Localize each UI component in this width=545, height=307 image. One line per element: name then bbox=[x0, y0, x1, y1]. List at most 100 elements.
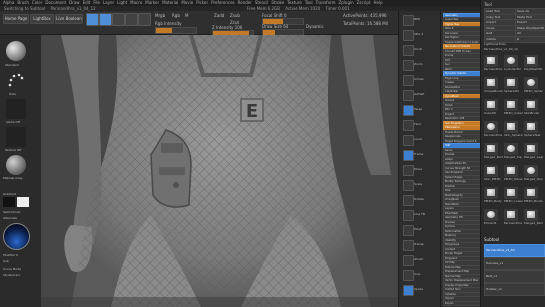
move-icon[interactable] bbox=[112, 13, 125, 26]
view-line-fill-icon[interactable] bbox=[403, 210, 414, 221]
tool-thumbnail[interactable] bbox=[524, 187, 538, 199]
tool-thumbnail[interactable] bbox=[524, 165, 538, 177]
tool-visible-button[interactable]: Visible bbox=[484, 35, 516, 43]
view-item-label: Frame bbox=[414, 152, 424, 156]
tool-thumbnail-label: Merged_Parinandhra bbox=[524, 222, 543, 225]
view-move-icon[interactable] bbox=[403, 165, 414, 176]
properties-panel: Geometry Lower Res Higher Res SDiv 6 Del Low… bbox=[440, 11, 482, 307]
tool-thumbnail-label: PM3D_Lower bbox=[504, 200, 523, 203]
tool-thumbnail[interactable] bbox=[524, 55, 538, 67]
view-bpr-icon[interactable] bbox=[403, 15, 414, 26]
tool-thumbnail-shape-icon bbox=[527, 57, 535, 64]
view-item-label: Line Fill bbox=[414, 212, 426, 216]
m-toggle[interactable]: M bbox=[185, 13, 188, 18]
dots-stroke-icon[interactable] bbox=[6, 71, 26, 91]
rgb-intensity-label: Rgb Intensity bbox=[155, 21, 182, 26]
tool-thumbnail[interactable] bbox=[524, 143, 538, 155]
alpha-off-icon[interactable] bbox=[6, 99, 26, 119]
view-item-label: Ghost bbox=[414, 257, 423, 261]
subtool-header[interactable]: Subtool bbox=[484, 237, 499, 242]
tool-thumbnail[interactable] bbox=[484, 55, 498, 67]
home-page-button[interactable]: Home Page bbox=[3, 14, 29, 24]
rgb-toggle[interactable]: Rgb bbox=[172, 13, 180, 18]
view-scroll-icon[interactable] bbox=[403, 45, 414, 56]
zadd-toggle[interactable]: Zadd bbox=[214, 13, 224, 18]
tool-thumbnail-shape-icon bbox=[487, 57, 495, 64]
tool-thumbnail[interactable] bbox=[504, 209, 518, 221]
geometry-export-button[interactable]: Export bbox=[443, 300, 482, 307]
view-item-label: Rotate bbox=[414, 197, 424, 201]
tool-thumbnail[interactable] bbox=[504, 143, 518, 155]
tool-thumbnail[interactable] bbox=[484, 165, 498, 177]
tool-r-button[interactable]: R bbox=[515, 35, 545, 43]
dynamic-toggle[interactable]: Dynamic bbox=[306, 24, 324, 29]
tool-thumbnail-shape-icon bbox=[507, 101, 515, 108]
mrgb-toggle[interactable]: Mrgb bbox=[155, 13, 165, 18]
view-spix-3-icon[interactable] bbox=[403, 30, 414, 41]
subtool-list-item[interactable]: Parinandhra_v1_04 bbox=[484, 244, 545, 257]
tool-thumbnail[interactable] bbox=[524, 99, 538, 111]
rotate-icon[interactable] bbox=[138, 13, 151, 26]
tool-thumbnail[interactable] bbox=[504, 99, 518, 111]
lightbox-button[interactable]: LightBox bbox=[30, 14, 54, 24]
gradient-main-swatch[interactable] bbox=[3, 197, 15, 207]
view-rotate-icon[interactable] bbox=[403, 195, 414, 206]
tool-thumbnail[interactable] bbox=[504, 187, 518, 199]
tool-thumbnail-label: Skin_PM3D bbox=[484, 178, 501, 181]
scale-icon[interactable] bbox=[125, 13, 138, 26]
current-tool-name: Parinandhra_v1_04_12 bbox=[484, 47, 518, 51]
view-zoom-icon[interactable] bbox=[403, 60, 414, 71]
canvas-viewport[interactable]: E bbox=[41, 35, 398, 307]
standard-brush-icon[interactable] bbox=[6, 41, 26, 61]
draw-icon[interactable] bbox=[99, 13, 112, 26]
view-item-label: Zoom bbox=[414, 62, 423, 66]
subtool-label: Sub bbox=[3, 259, 9, 263]
tool-thumbnail-shape-icon bbox=[527, 189, 535, 196]
tool-thumbnail[interactable] bbox=[524, 121, 538, 133]
matcap-gray-icon[interactable] bbox=[6, 155, 26, 175]
tool-thumbnail[interactable] bbox=[484, 99, 498, 111]
view-local-icon[interactable] bbox=[403, 135, 414, 146]
rgb-intensity-slider[interactable] bbox=[155, 27, 197, 34]
tool-thumbnail[interactable] bbox=[504, 77, 518, 89]
color-picker-icon[interactable] bbox=[3, 223, 30, 250]
subtool-list-item[interactable]: Harness_v1 bbox=[484, 257, 545, 270]
view-scale-icon[interactable] bbox=[403, 180, 414, 191]
lightbox-tools-button[interactable]: Lightbox▸Tools bbox=[484, 42, 506, 47]
tool-thumbnail[interactable] bbox=[484, 209, 498, 221]
edit-icon[interactable] bbox=[86, 13, 99, 26]
tool-thumbnail-label: Sphere3D bbox=[504, 90, 519, 93]
material-label: MatCap Gray bbox=[3, 176, 23, 180]
view-item-label: Actual bbox=[414, 77, 424, 81]
tool-thumbnail[interactable] bbox=[484, 77, 498, 89]
tool-thumbnail[interactable] bbox=[524, 209, 538, 221]
view-solo-icon[interactable] bbox=[403, 270, 414, 281]
view-aahalf-icon[interactable] bbox=[403, 90, 414, 101]
tool-thumbnail[interactable] bbox=[504, 55, 518, 67]
view-item-label: Xpose bbox=[414, 287, 424, 291]
switchcolor-label: SwitchColor bbox=[3, 210, 21, 214]
gradient-secondary-swatch[interactable] bbox=[17, 197, 29, 207]
subtool-list-item[interactable]: Holster_v1 bbox=[484, 283, 545, 296]
zsub-toggle[interactable]: Zsub bbox=[230, 13, 240, 18]
view-floor-icon[interactable] bbox=[403, 120, 414, 131]
view-frame-icon[interactable] bbox=[403, 150, 414, 161]
tool-thumbnail[interactable] bbox=[484, 187, 498, 199]
sculpt-model[interactable]: E bbox=[41, 35, 398, 307]
tool-thumbnail-label: PM3D_Sphere3D bbox=[524, 90, 543, 93]
view-transp-icon[interactable] bbox=[403, 240, 414, 251]
tool-thumbnail[interactable] bbox=[504, 165, 518, 177]
tool-thumbnail[interactable] bbox=[484, 143, 498, 155]
tool-thumbnail[interactable] bbox=[504, 121, 518, 133]
tool-thumbnail-shape-icon bbox=[507, 79, 515, 86]
view-polyf-icon[interactable] bbox=[403, 225, 414, 236]
texture-off-icon[interactable] bbox=[6, 127, 26, 147]
view-ghost-icon[interactable] bbox=[403, 255, 414, 266]
view-xpose-icon[interactable] bbox=[403, 285, 414, 296]
subtool-list-item[interactable]: Belt_v1 bbox=[484, 270, 545, 283]
tool-thumbnail[interactable] bbox=[524, 77, 538, 89]
live-boolean-button[interactable]: Live Boolean bbox=[55, 14, 83, 24]
view-actual-icon[interactable] bbox=[403, 75, 414, 86]
tool-thumbnail[interactable] bbox=[484, 121, 498, 133]
view-persp-icon[interactable] bbox=[403, 105, 414, 116]
